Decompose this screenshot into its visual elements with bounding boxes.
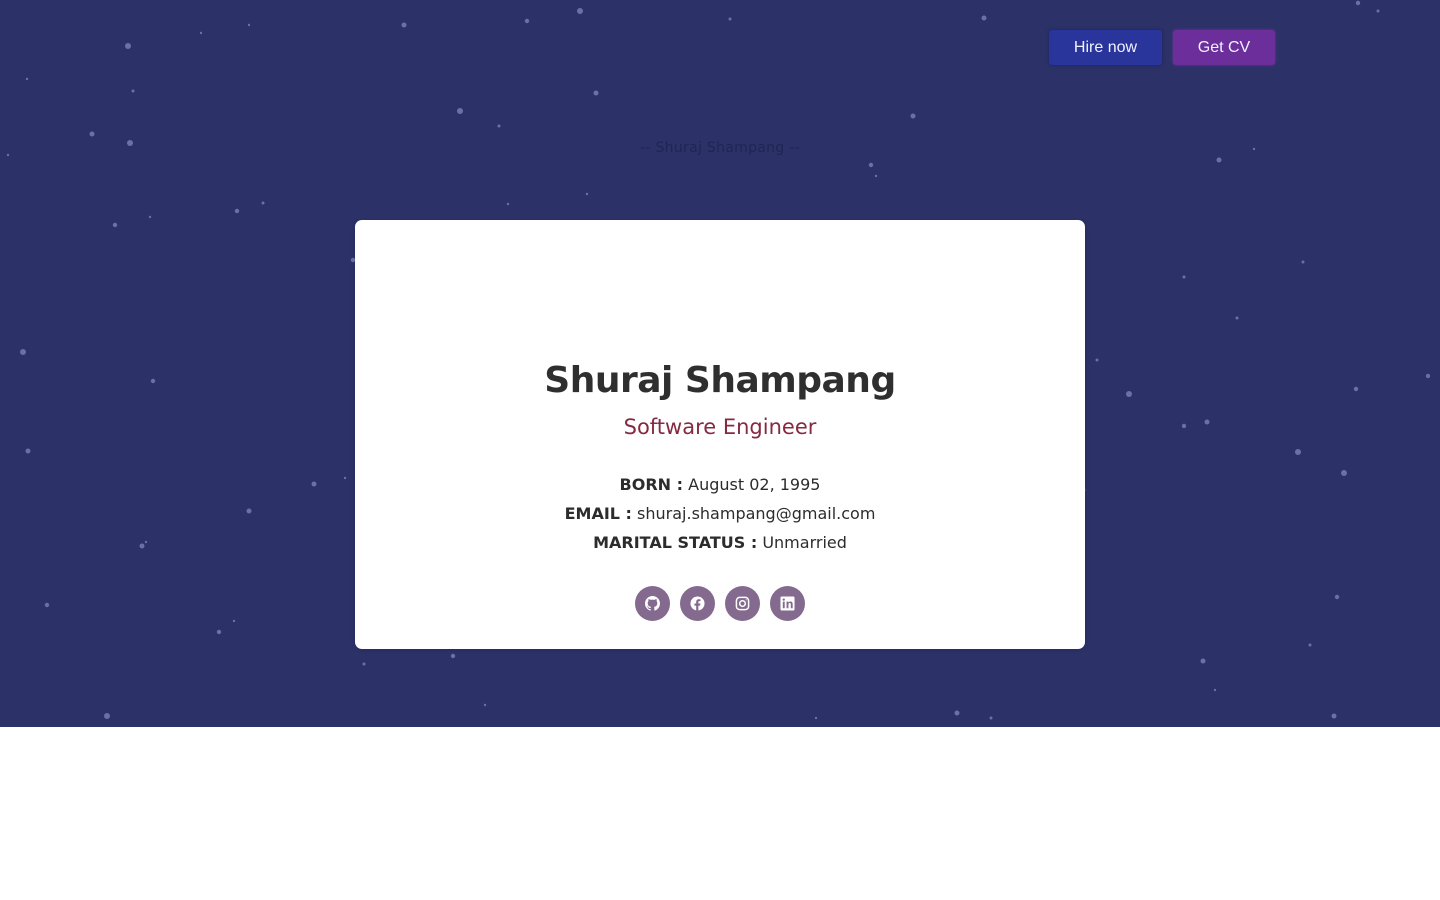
facebook-link[interactable] <box>680 586 715 621</box>
linkedin-icon <box>780 596 795 611</box>
instagram-icon <box>735 596 750 611</box>
top-actions: Hire now Get CV <box>1049 30 1275 65</box>
marital-value: Unmarried <box>762 533 847 552</box>
instagram-link[interactable] <box>725 586 760 621</box>
social-links <box>635 586 805 621</box>
born-value: August 02, 1995 <box>688 475 821 494</box>
profile-name: Shuraj Shampang <box>544 360 896 401</box>
email-value: shuraj.shampang@gmail.com <box>637 504 876 523</box>
github-icon <box>645 596 660 611</box>
born-row: BORN : August 02, 1995 <box>355 475 1085 494</box>
facebook-icon <box>690 596 705 611</box>
hero-faint-title: -- Shuraj Shampang -- <box>640 140 800 156</box>
profile-card: Shuraj Shampang Software Engineer BORN :… <box>355 220 1085 649</box>
get-cv-button[interactable]: Get CV <box>1173 30 1275 65</box>
linkedin-link[interactable] <box>770 586 805 621</box>
email-row: EMAIL : shuraj.shampang@gmail.com <box>355 504 1085 523</box>
marital-label: MARITAL STATUS : <box>593 533 758 552</box>
born-label: BORN : <box>619 475 684 494</box>
email-label: EMAIL : <box>564 504 632 523</box>
marital-row: MARITAL STATUS : Unmarried <box>355 533 1085 552</box>
hire-now-button[interactable]: Hire now <box>1049 30 1162 65</box>
profile-role: Software Engineer <box>623 415 817 439</box>
github-link[interactable] <box>635 586 670 621</box>
